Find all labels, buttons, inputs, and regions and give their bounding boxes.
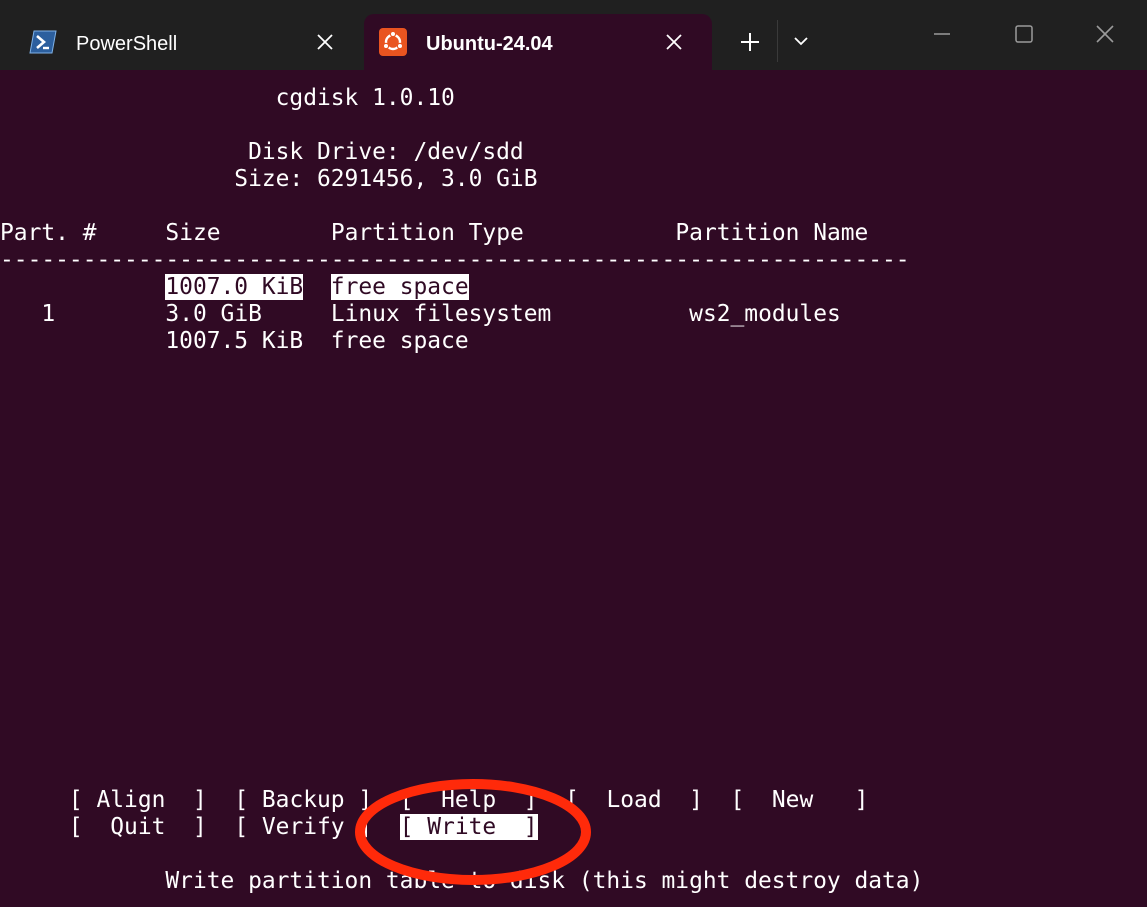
row-type: free space <box>330 274 469 300</box>
verify-button[interactable]: [ Verify ] <box>234 814 372 840</box>
row-name: ws2_modules <box>689 301 841 327</box>
disk-drive-line: Disk Drive: /dev/sdd <box>0 139 524 166</box>
new-tab-plus-icon[interactable] <box>736 28 764 56</box>
tab-powershell[interactable]: PowerShell <box>12 14 362 70</box>
row-type: Linux filesystem <box>330 301 552 327</box>
header-name: Partition Name <box>675 220 869 246</box>
load-button[interactable]: [ Load ] <box>565 787 703 813</box>
menu-row-1: [ Align ] [ Backup ] [ Help ] [ Load ] [… <box>0 787 868 814</box>
app-title: cgdisk 1.0.10 <box>275 85 455 111</box>
ubuntu-icon <box>379 28 407 56</box>
titlebar-divider <box>777 20 778 62</box>
help-button[interactable]: [ Help ] <box>400 787 538 813</box>
table-row[interactable]: 1007.5 KiB free space <box>0 328 469 355</box>
backup-button[interactable]: [ Backup ] <box>234 787 372 813</box>
quit-button[interactable]: [ Quit ] <box>69 814 207 840</box>
tab-label: Ubuntu-24.04 <box>426 33 553 55</box>
table-row[interactable]: 1 3.0 GiB Linux filesystem ws2_modules <box>0 301 841 328</box>
table-separator: ----------------------------------------… <box>0 247 910 273</box>
row-part: 1 <box>41 301 56 327</box>
disk-drive: Disk Drive: /dev/sdd <box>248 139 524 165</box>
align-button[interactable]: [ Align ] <box>69 787 207 813</box>
header-type: Partition Type <box>330 220 524 246</box>
tab-label: PowerShell <box>76 33 178 55</box>
tab-ubuntu[interactable]: Ubuntu-24.04 <box>364 14 712 70</box>
header-part: Part. # <box>0 220 97 246</box>
header-size: Size <box>165 220 221 246</box>
maximize-icon[interactable] <box>1010 20 1038 48</box>
table-row[interactable]: 1007.0 KiB free space <box>0 274 469 301</box>
status-line: Write partition table to disk (this migh… <box>0 868 923 895</box>
window-close-icon[interactable] <box>1091 20 1119 48</box>
new-button[interactable]: [ New ] <box>731 787 869 813</box>
row-size: 3.0 GiB <box>165 301 262 327</box>
table-header: Part. # Size Partition Type Partition Na… <box>0 220 868 247</box>
status-text: Write partition table to disk (this migh… <box>165 868 924 894</box>
row-type: free space <box>330 328 469 354</box>
row-size: 1007.5 KiB <box>165 328 304 354</box>
close-icon[interactable] <box>661 29 687 55</box>
write-button[interactable]: [ Write ] <box>399 814 538 840</box>
disk-size-line: Size: 6291456, 3.0 GiB <box>0 166 538 193</box>
menu-row-2: [ Quit ] [ Verify ] [ Write ] <box>0 814 538 841</box>
chevron-down-icon[interactable] <box>789 31 813 51</box>
powershell-icon <box>29 30 57 54</box>
close-icon[interactable] <box>312 29 338 55</box>
disk-size: Size: 6291456, 3.0 GiB <box>234 166 538 192</box>
app-title-line: cgdisk 1.0.10 <box>0 85 455 112</box>
title-bar: PowerShell Ubuntu-24.04 <box>0 0 1147 70</box>
row-size: 1007.0 KiB <box>165 274 304 300</box>
minimize-icon[interactable] <box>928 20 956 48</box>
